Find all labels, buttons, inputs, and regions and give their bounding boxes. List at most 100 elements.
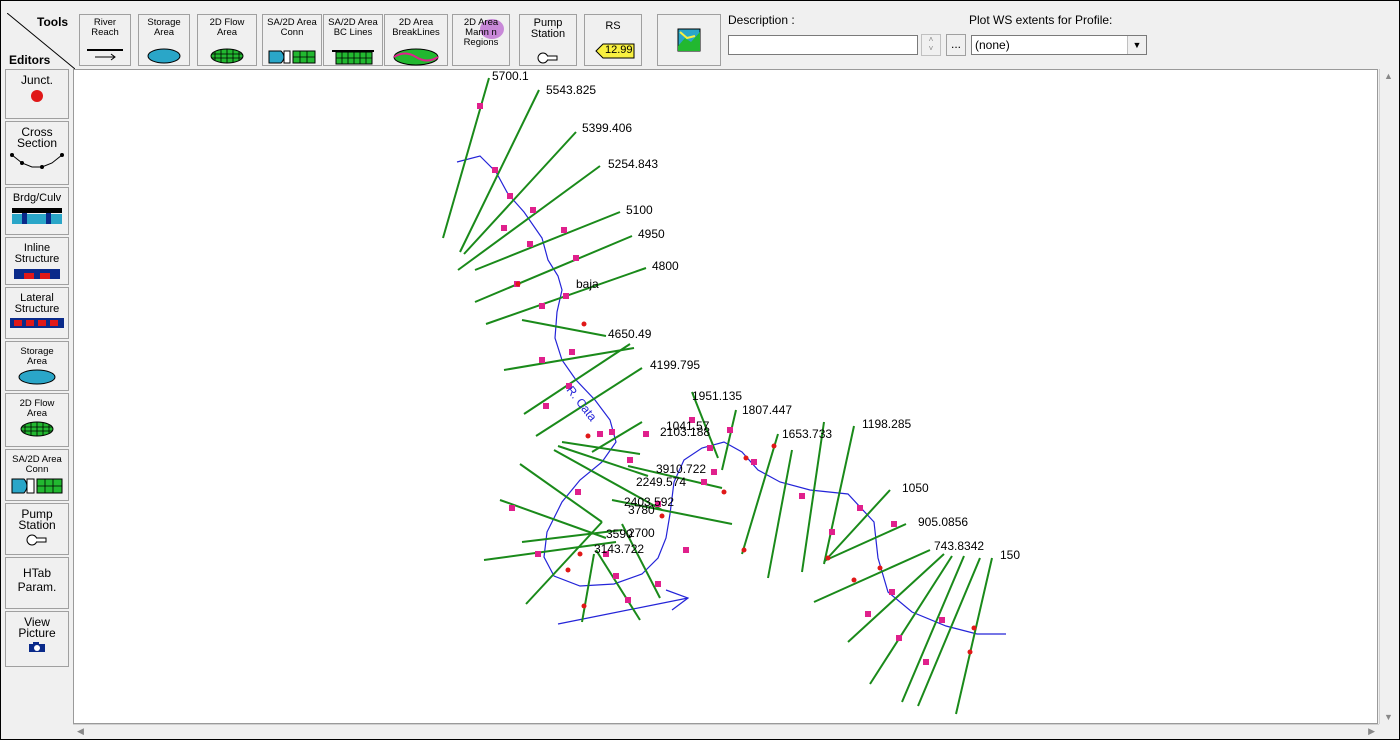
- cross-section-line: [581, 553, 595, 623]
- storage-area-tool-button[interactable]: Storage Area: [138, 14, 190, 66]
- bank-station-marker: [707, 445, 713, 451]
- description-input[interactable]: [728, 35, 918, 55]
- storage-area-editor-button[interactable]: Storage Area: [5, 341, 69, 391]
- cross-section-line: [557, 445, 649, 477]
- bank-point: [659, 513, 665, 519]
- cross-section-rs-label: 5100: [626, 203, 653, 217]
- cross-section-rs-label: 4800: [652, 259, 679, 273]
- cross-section-line: [825, 523, 907, 561]
- 2d-flow-area-tool-button[interactable]: 2D Flow Area: [197, 14, 257, 66]
- cross-section-line: [521, 319, 607, 337]
- river-reach-button[interactable]: River Reach: [79, 14, 131, 66]
- sa-2d-conn-editor-button[interactable]: SA/2D Area Conn: [5, 449, 69, 501]
- cross-section-rs-label: 4950: [638, 227, 665, 241]
- bank-station-marker: [627, 457, 633, 463]
- bank-point: [743, 455, 749, 461]
- cross-section-rs-label: 1050: [902, 481, 929, 495]
- pump-icon: [537, 52, 558, 64]
- bank-station-marker: [625, 597, 631, 603]
- scroll-right-icon[interactable]: ▶: [1368, 726, 1375, 737]
- cross-section-rs-label: 743.8342: [934, 539, 984, 553]
- plot-ws-profile-select[interactable]: (none) ▼: [971, 35, 1147, 55]
- bridge-culvert-editor-button[interactable]: Brdg/Culv: [5, 187, 69, 235]
- view-picture-editor-label: View Picture: [18, 615, 56, 640]
- flow-direction-arrow: [557, 597, 689, 625]
- spin-down-icon: ˅: [928, 44, 934, 53]
- storage-area-editor-label: Storage Area: [20, 346, 54, 367]
- lateral-structure-editor-label: Lateral Structure: [14, 292, 60, 315]
- cross-section-line: [474, 235, 633, 303]
- vertical-scrollbar[interactable]: ▲ ▼: [1379, 69, 1398, 724]
- bank-station-marker: [609, 429, 615, 435]
- tools-label: Tools: [37, 15, 69, 29]
- cross-section-editor-label: Cross Section: [16, 125, 58, 150]
- camera-icon: [29, 642, 45, 652]
- dropdown-arrow-icon[interactable]: ▼: [1127, 36, 1146, 54]
- bank-station-marker: [507, 193, 513, 199]
- pump-station-tool-button[interactable]: Pump Station: [519, 14, 577, 66]
- cross-section-rs-label: 1653.733: [782, 427, 832, 441]
- bridge-icon: [12, 208, 62, 224]
- scroll-down-icon[interactable]: ▼: [1384, 712, 1393, 722]
- junction-icon: [31, 90, 43, 102]
- bank-station-marker: [643, 431, 649, 437]
- bank-point: [971, 625, 977, 631]
- scroll-left-icon[interactable]: ◀: [77, 726, 84, 737]
- rs-tool-button[interactable]: RS 12.99: [584, 14, 642, 66]
- bank-station-marker: [563, 293, 569, 299]
- river-schematic[interactable]: 5700.1 5543.825 5399.406 5254.843 5100 4950 48…: [74, 70, 1378, 724]
- pump-station-editor-button[interactable]: Pump Station: [5, 503, 69, 555]
- junction-editor-button[interactable]: Junct.: [5, 69, 69, 119]
- breaklines-icon: [393, 48, 439, 66]
- map-icon: [677, 28, 701, 52]
- 2d-flow-area-editor-icon: [20, 421, 54, 437]
- cross-section-rs-label: 5254.843: [608, 157, 658, 171]
- bank-point: [515, 281, 521, 287]
- 2d-area-breaklines-tool-button[interactable]: 2D Area BreakLines: [384, 14, 448, 66]
- horizontal-scrollbar[interactable]: ◀ ▶: [73, 724, 1379, 739]
- background-map-button[interactable]: [657, 14, 721, 66]
- 2d-flow-area-editor-button[interactable]: 2D Flow Area: [5, 393, 69, 447]
- cross-section-rs-label: 5399.406: [582, 121, 632, 135]
- sa-2d-conn-tool-button[interactable]: SA/2D Area Conn: [262, 14, 322, 66]
- bank-point: [581, 603, 587, 609]
- description-browse-button[interactable]: ...: [946, 34, 966, 56]
- bank-station-marker: [701, 479, 707, 485]
- 2d-flow-area-editor-label: 2D Flow Area: [19, 398, 55, 419]
- cross-section-rs-label: 1807.447: [742, 403, 792, 417]
- 2d-flow-area-icon: [210, 48, 244, 64]
- rs-value: 12.99: [605, 44, 633, 56]
- description-label: Description :: [728, 13, 795, 27]
- storage-area-tool-label: Storage Area: [147, 17, 181, 38]
- plot-ws-profile-value: (none): [975, 38, 1010, 52]
- description-spinner[interactable]: ˄ ˅: [921, 34, 941, 56]
- toolbar: Tools Editors River Reach Storage Area 2…: [1, 1, 1399, 70]
- bank-station-marker: [543, 403, 549, 409]
- bank-point: [581, 321, 587, 327]
- bank-point: [565, 567, 571, 573]
- cross-section-rs-label: 3143.722: [594, 542, 644, 556]
- htab-param-editor-button[interactable]: HTab Param.: [5, 557, 69, 609]
- bank-station-marker: [865, 611, 871, 617]
- river-reach-icon: [87, 49, 123, 61]
- bank-station-marker: [613, 573, 619, 579]
- cross-section-line: [801, 421, 825, 573]
- bank-station-marker: [727, 427, 733, 433]
- bank-point: [577, 551, 583, 557]
- sa-2d-bc-lines-tool-button[interactable]: SA/2D Area BC Lines: [323, 14, 383, 66]
- cross-section-editor-button[interactable]: Cross Section: [5, 121, 69, 185]
- 2d-area-mann-n-regions-tool-button[interactable]: 2D Area Mann n Regions: [452, 14, 510, 66]
- bank-station-marker: [683, 547, 689, 553]
- inline-structure-editor-button[interactable]: Inline Structure: [5, 237, 69, 285]
- scroll-up-icon[interactable]: ▲: [1384, 71, 1393, 81]
- bank-station-marker: [530, 207, 536, 213]
- bank-station-marker: [939, 617, 945, 623]
- geometry-canvas[interactable]: 5700.1 5543.825 5399.406 5254.843 5100 4950 48…: [73, 69, 1378, 724]
- bank-station-marker: [501, 225, 507, 231]
- bank-station-marker: [799, 493, 805, 499]
- sa-2d-conn-editor-icon: [11, 478, 63, 494]
- lateral-structure-editor-button[interactable]: Lateral Structure: [5, 287, 69, 339]
- 2d-area-breaklines-tool-label: 2D Area BreakLines: [392, 17, 440, 38]
- view-picture-editor-button[interactable]: View Picture: [5, 611, 69, 667]
- river-label: R. Cata: [564, 383, 600, 424]
